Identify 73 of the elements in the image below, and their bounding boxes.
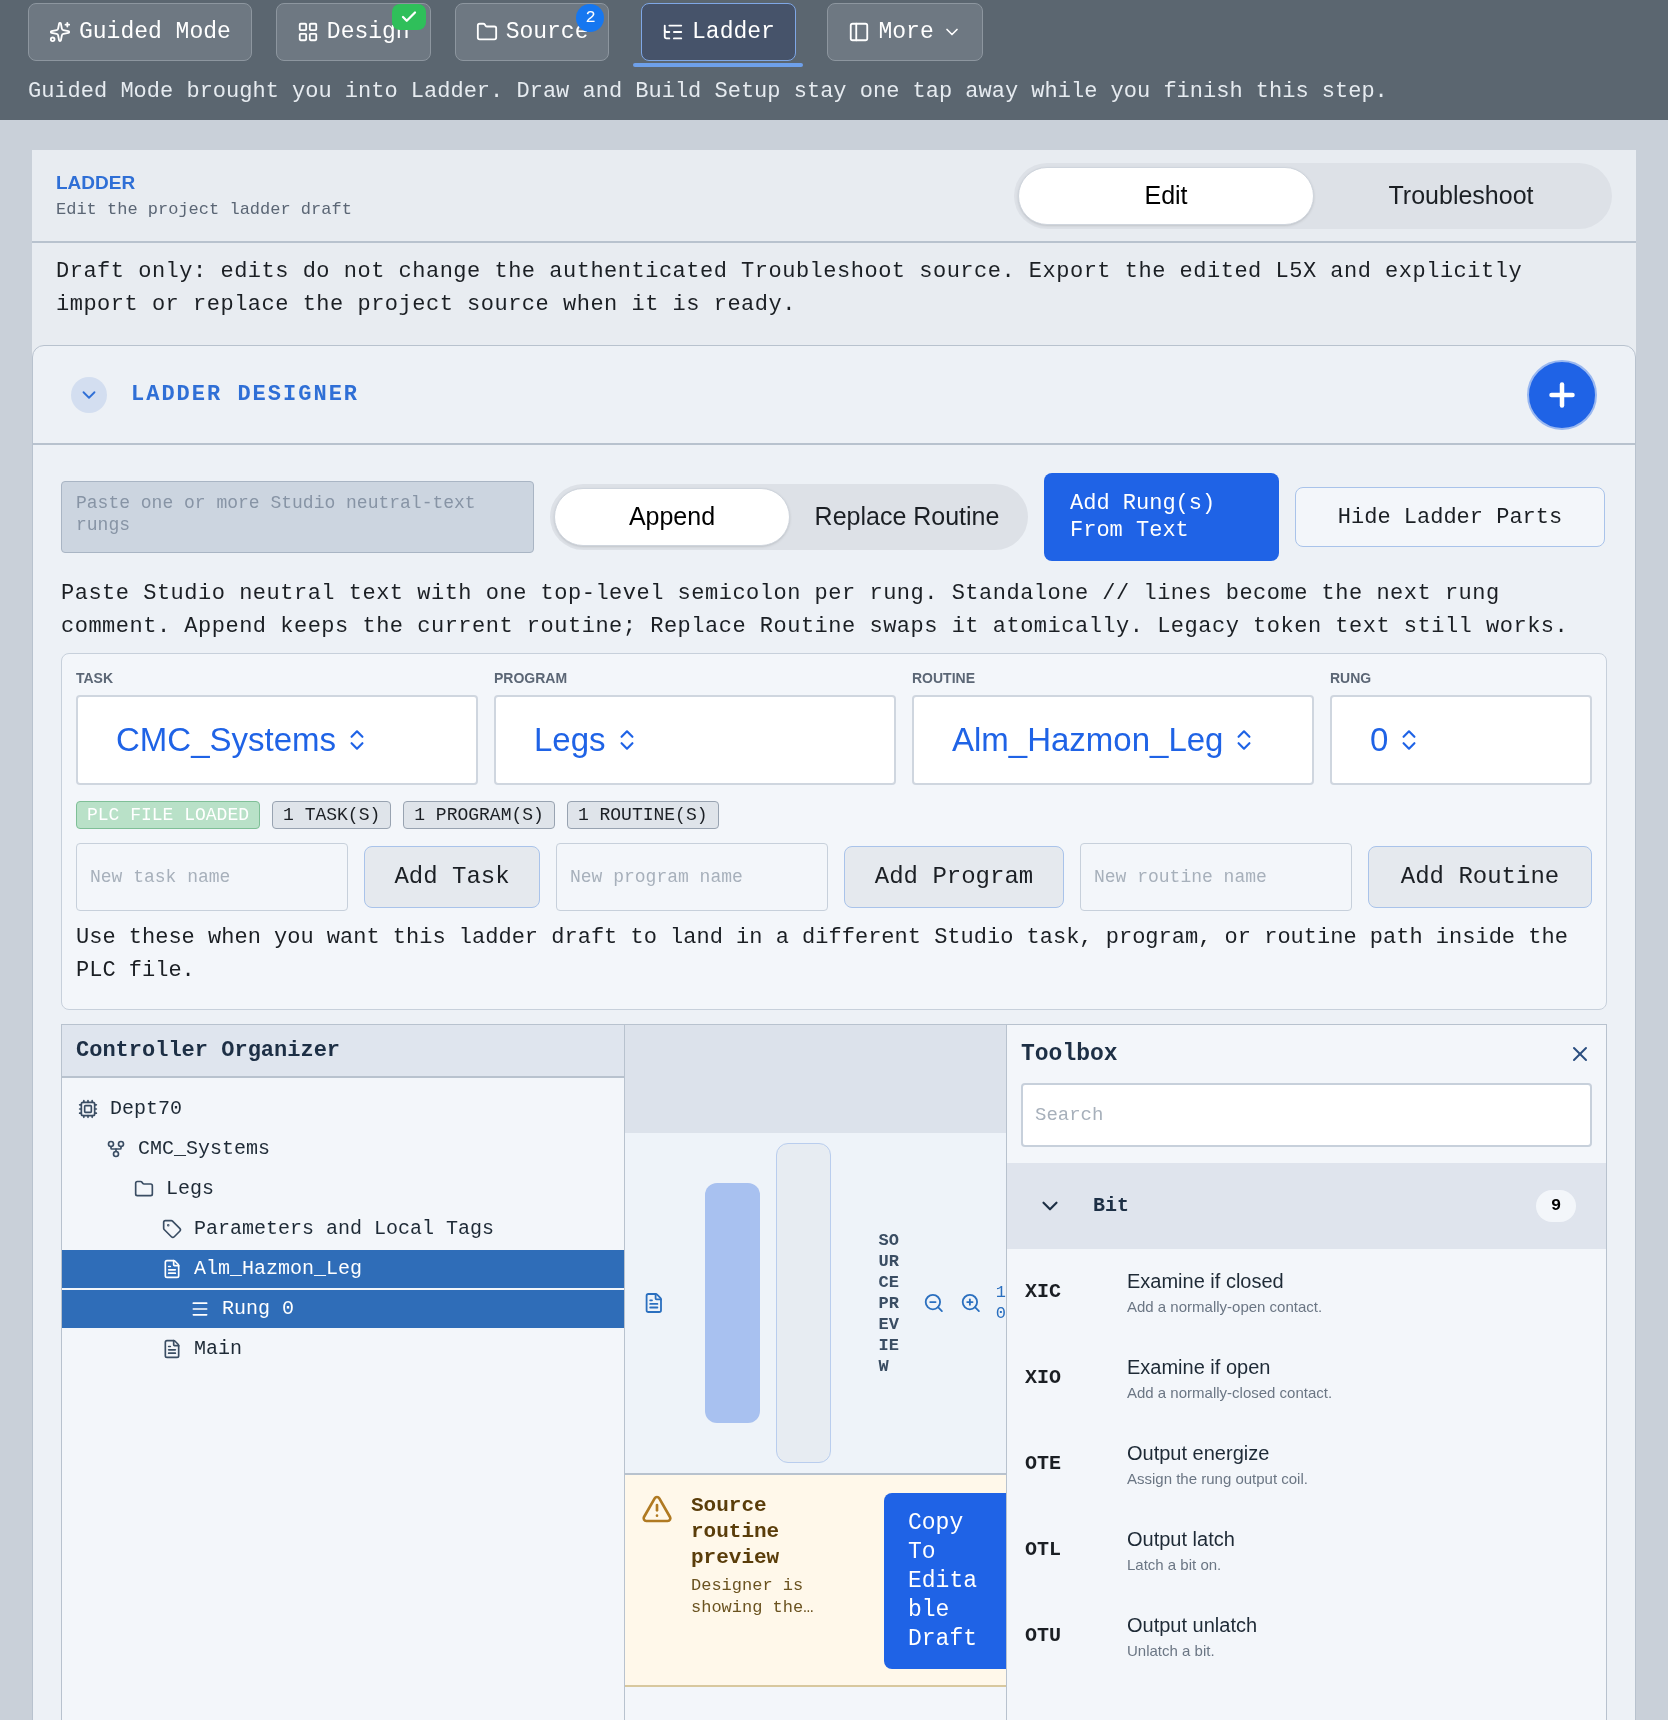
grid-icon bbox=[296, 21, 319, 43]
section-eyebrow: LADDER bbox=[56, 170, 137, 195]
zoom-out-icon[interactable] bbox=[922, 1292, 945, 1314]
toolbox-item[interactable]: OTL Output latch Latch a bit on. bbox=[1007, 1507, 1606, 1593]
panel-icon bbox=[848, 21, 871, 43]
create-button[interactable]: Add Program bbox=[844, 846, 1064, 908]
preview-label: SOURCE PREVIEW bbox=[878, 1229, 900, 1377]
paste-help: Paste Studio neutral text with one top-level semicolon per rung. Standalone // lines become the next rung comment. Append keeps the current routine; Replace Routine swaps it atomically. Legacy token text still works. bbox=[61, 580, 1570, 641]
designer-title: LADDER DESIGNER bbox=[131, 381, 360, 409]
tag-icon bbox=[162, 1219, 182, 1239]
chip-icon bbox=[78, 1099, 98, 1119]
warning-icon bbox=[641, 1493, 673, 1525]
sparkle-icon bbox=[49, 21, 71, 43]
toolbox-title: Toolbox bbox=[1021, 1039, 1118, 1069]
hide-parts-button[interactable]: Hide Ladder Parts bbox=[1295, 487, 1605, 547]
paste-field[interactable]: Paste one or more Studio neutral-text rungs bbox=[61, 481, 534, 553]
selector-label: TASK bbox=[76, 669, 115, 688]
create-button[interactable]: Add Routine bbox=[1368, 846, 1592, 908]
selector-label: RUNG bbox=[1330, 669, 1373, 688]
document-icon bbox=[162, 1339, 182, 1359]
nav-tab[interactable]: More bbox=[827, 3, 983, 61]
selector-dropdown[interactable]: Alm_Hazmon_Leg bbox=[912, 695, 1314, 785]
tree-item[interactable]: Parameters and Local Tags bbox=[62, 1210, 624, 1248]
search-field[interactable]: Search bbox=[1021, 1083, 1592, 1147]
warning-title: Source routine preview bbox=[691, 1493, 781, 1571]
name-field[interactable]: New task name bbox=[76, 843, 348, 911]
toolbox-item[interactable]: XIO Examine if open Add a normally-closed contact. bbox=[1007, 1335, 1606, 1421]
segment-tab[interactable]: Replace Routine bbox=[790, 488, 1024, 546]
selector-dropdown[interactable]: CMC_Systems bbox=[76, 695, 478, 785]
warning-text: Designer is showing the… bbox=[691, 1575, 815, 1619]
collapse-toggle[interactable] bbox=[71, 376, 107, 413]
tree-item[interactable]: Legs bbox=[62, 1170, 624, 1208]
selector-dropdown[interactable]: 0 bbox=[1330, 695, 1592, 785]
copy-draft-button[interactable]: Copy To Editable Draft bbox=[884, 1493, 1006, 1669]
name-field[interactable]: New routine name bbox=[1080, 843, 1352, 911]
group-header[interactable]: Bit 9 bbox=[1007, 1163, 1606, 1249]
count-badge: 1 PROGRAM(S) bbox=[403, 801, 555, 829]
nav-tab[interactable]: Ladder bbox=[641, 3, 796, 61]
name-field[interactable]: New program name bbox=[556, 843, 828, 911]
tree-item[interactable]: Rung 0 bbox=[62, 1290, 624, 1328]
document-icon bbox=[643, 1292, 665, 1314]
nav-tab[interactable]: Guided Mode bbox=[28, 3, 252, 61]
lines-icon bbox=[190, 1299, 210, 1319]
document-icon bbox=[162, 1259, 182, 1279]
status-badge: PLC FILE LOADED bbox=[76, 801, 261, 829]
add-rungs-button[interactable]: Add Rung(s) From Text bbox=[1044, 473, 1279, 561]
segment-tab[interactable]: Append bbox=[554, 488, 790, 546]
draft-notice: Draft only: edits do not change the authenticated Troubleshoot source. Export the edited L5X and explicitly import or replace the project source when it is ready. bbox=[55, 258, 1524, 319]
folder-icon bbox=[134, 1179, 154, 1199]
toolbox-item[interactable]: OTE Output energize Assign the rung output coil. bbox=[1007, 1421, 1606, 1507]
create-button[interactable]: Add Task bbox=[364, 846, 540, 908]
organizer-title: Controller Organizer bbox=[76, 1037, 341, 1065]
zoom-in-icon[interactable] bbox=[960, 1292, 982, 1314]
count-badge: 9 bbox=[1536, 1190, 1576, 1222]
selector-label: ROUTINE bbox=[912, 669, 976, 688]
folder-icon bbox=[475, 21, 498, 43]
tree-item[interactable]: Main bbox=[62, 1330, 624, 1368]
creator-help: Use these when you want this ladder draft to land in a different Studio task, program, or routine path inside the PLC file. bbox=[76, 924, 1569, 985]
section-subtitle: Edit the project ladder draft bbox=[56, 199, 352, 221]
count-badge: 1 ROUTINE(S) bbox=[566, 801, 719, 829]
tree-item[interactable]: Dept70 bbox=[62, 1090, 624, 1128]
segment-tab[interactable]: Troubleshoot bbox=[1314, 166, 1608, 225]
toolbox-item[interactable]: XIC Examine if closed Add a normally-open contact. bbox=[1007, 1249, 1606, 1335]
tree-item[interactable]: Alm_Hazmon_Leg bbox=[62, 1250, 624, 1288]
selector-label: PROGRAM bbox=[494, 669, 569, 688]
fork-icon bbox=[106, 1139, 126, 1159]
count-badge: 1 TASK(S) bbox=[272, 801, 392, 829]
zoom-level: 10 bbox=[995, 1282, 1006, 1324]
segment-tab[interactable]: Edit bbox=[1018, 166, 1314, 225]
guidance-message: Guided Mode brought you into Ladder. Draw and Build Setup stay one tap away while you finish this step. bbox=[28, 78, 1389, 106]
tree-item[interactable]: CMC_Systems bbox=[62, 1130, 624, 1168]
toolbox-item[interactable]: OTU Output unlatch Unlatch a bit. bbox=[1007, 1593, 1606, 1679]
selector-dropdown[interactable]: Legs bbox=[494, 695, 896, 785]
